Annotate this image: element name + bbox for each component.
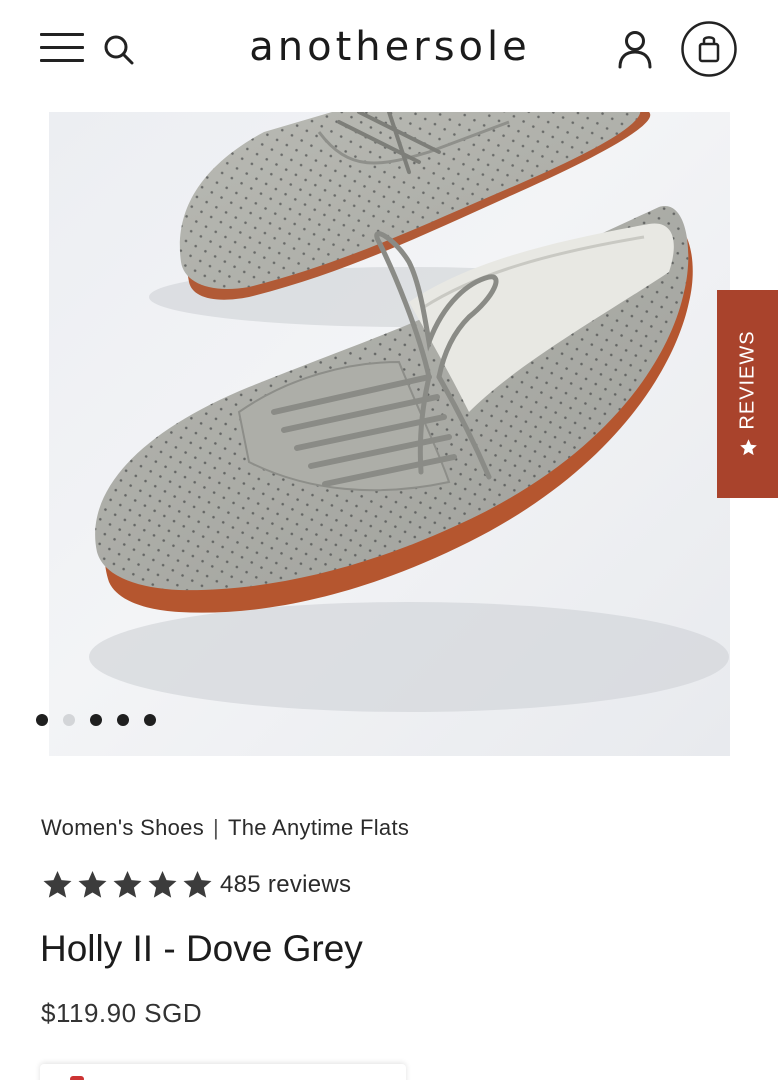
product-image xyxy=(89,112,729,712)
option-card[interactable] xyxy=(40,1064,406,1080)
review-count[interactable]: 485 reviews xyxy=(220,871,351,899)
breadcrumb-anytime-flats[interactable]: The Anytime Flats xyxy=(228,815,409,840)
reviews-side-tab[interactable]: REVIEWS xyxy=(717,290,778,498)
rating-stars xyxy=(41,869,214,901)
shopping-bag-icon[interactable] xyxy=(680,20,738,78)
star-icon xyxy=(43,871,72,898)
gallery-dot-2[interactable] xyxy=(63,714,75,726)
star-icon xyxy=(113,871,142,898)
star-icon xyxy=(183,871,212,898)
star-icon xyxy=(148,871,177,898)
breadcrumb-separator: | xyxy=(213,815,220,840)
product-image-gallery[interactable] xyxy=(49,112,730,756)
reviews-tab-label: REVIEWS xyxy=(736,330,758,430)
search-icon[interactable] xyxy=(100,30,138,68)
brand-logo[interactable]: anothersole xyxy=(210,24,570,70)
gallery-dot-5[interactable] xyxy=(144,714,156,726)
product-title: Holly II - Dove Grey xyxy=(40,928,363,969)
gallery-pagination xyxy=(36,714,156,726)
site-header: anothersole xyxy=(0,0,778,100)
gallery-dot-1[interactable] xyxy=(36,714,48,726)
star-icon xyxy=(78,871,107,898)
option-card-accent xyxy=(70,1076,84,1080)
gallery-dot-4[interactable] xyxy=(117,714,129,726)
product-price: $119.90 SGD xyxy=(41,998,203,1028)
breadcrumb-womens-shoes[interactable]: Women's Shoes xyxy=(41,815,204,840)
hamburger-menu-icon[interactable] xyxy=(38,30,86,66)
star-icon xyxy=(739,439,756,456)
product-page: anothersole REVIEWS Women's Shoes | The … xyxy=(0,0,778,1080)
user-account-icon[interactable] xyxy=(612,26,658,72)
gallery-dot-3[interactable] xyxy=(90,714,102,726)
breadcrumb: Women's Shoes | The Anytime Flats xyxy=(41,815,409,841)
product-rating[interactable]: 485 reviews xyxy=(41,866,351,904)
